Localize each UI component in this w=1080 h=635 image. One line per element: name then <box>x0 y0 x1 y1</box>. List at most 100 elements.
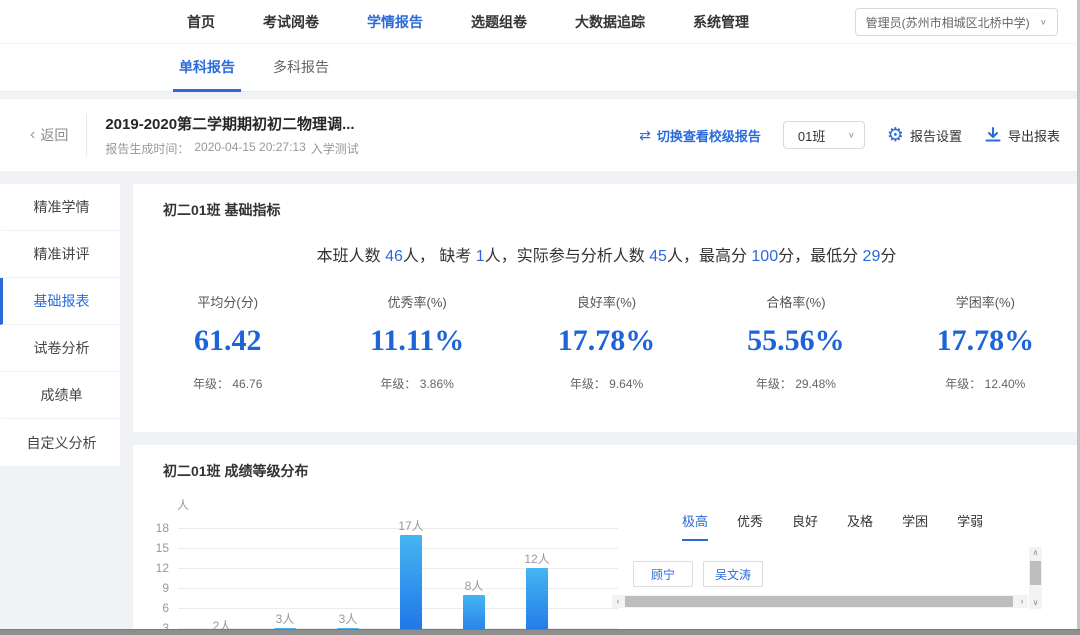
spacer <box>133 432 1080 445</box>
header-actions: ⇄ 切换查看校级报告 01班 ∨ ⚙ 报告设置 导出报表 <box>639 121 1060 149</box>
stat-label: 良好率(%) <box>512 292 701 311</box>
summary-text: 分，最低分 <box>778 248 862 265</box>
stat-value: 55.56% <box>701 324 890 358</box>
back-button[interactable]: ‹ 返回 <box>30 125 68 145</box>
horizontal-scrollbar[interactable]: ‹ › <box>612 595 1028 608</box>
vertical-scrollbar-thumb[interactable] <box>1030 561 1041 585</box>
stat-value: 11.11% <box>322 324 511 358</box>
horizontal-scrollbar-thumb[interactable] <box>625 596 1013 607</box>
sidebar: 精准学情 精准讲评 基础报表 试卷分析 成绩单 自定义分析 <box>0 184 120 466</box>
nav-item-system[interactable]: 系统管理 <box>693 12 749 32</box>
grade-tab-very-high[interactable]: 极高 <box>682 511 708 541</box>
summary-text: 人， 缺考 <box>403 248 476 265</box>
grade-tab-good[interactable]: 良好 <box>792 511 818 541</box>
student-button[interactable]: 顾宁 <box>633 561 693 587</box>
gear-icon: ⚙ <box>887 126 904 145</box>
stat-label: 合格率(%) <box>701 292 890 311</box>
chevron-down-icon: ∨ <box>848 131 855 140</box>
stat-struggling-rate: 学困率(%) 17.78% 年级： 12.40% <box>891 292 1080 392</box>
grade-tab-excellent[interactable]: 优秀 <box>737 511 763 541</box>
report-generated-time: 2020-04-15 20:27:13 <box>194 140 305 157</box>
class-select-value: 01班 <box>798 126 825 145</box>
sidebar-item-paper-analysis[interactable]: 试卷分析 <box>0 325 120 372</box>
stat-grade-line: 年级： 3.86% <box>322 375 511 392</box>
stat-value: 17.78% <box>891 324 1080 358</box>
stat-value: 17.78% <box>512 324 701 358</box>
stat-value: 61.42 <box>133 324 322 358</box>
student-name-list: 顾宁 吴文涛 <box>633 561 763 587</box>
nav-item-exam-marking[interactable]: 考试阅卷 <box>263 12 319 32</box>
spacer <box>0 92 1080 99</box>
user-account-dropdown[interactable]: 管理员(苏州市相城区北桥中学) ∨ <box>855 8 1058 36</box>
stat-grade-line: 年级： 29.48% <box>701 375 890 392</box>
grade-distribution-card: 初二01班 成绩等级分布 人 18 15 12 9 6 3 2人 3人 <box>133 445 1080 635</box>
tab-multi-subject-report[interactable]: 多科报告 <box>267 44 335 92</box>
report-title-block: 2019-2020第二学期期初初二物理调... 报告生成时间： 2020-04-… <box>105 113 358 157</box>
export-label: 导出报表 <box>1008 126 1060 145</box>
tab-label: 多科报告 <box>273 57 329 77</box>
export-report-button[interactable]: 导出报表 <box>984 126 1060 145</box>
stat-pass-rate: 合格率(%) 55.56% 年级： 29.48% <box>701 292 890 392</box>
bar-data-label: 8人 <box>452 577 496 594</box>
report-type-tabs: 单科报告 多科报告 <box>0 44 1080 92</box>
grade-level-tabs: 极高 优秀 良好 及格 学困 学弱 <box>682 511 983 541</box>
user-account-label: 管理员(苏州市相城区北桥中学) <box>866 14 1030 31</box>
meta-label: 报告生成时间： <box>105 140 189 157</box>
sidebar-item-precise-review[interactable]: 精准讲评 <box>0 231 120 278</box>
spacer <box>0 171 1080 184</box>
class-size-value: 46 <box>385 248 403 265</box>
nav-item-big-data[interactable]: 大数据追踪 <box>575 12 645 32</box>
student-button[interactable]: 吴文涛 <box>703 561 763 587</box>
class-select[interactable]: 01班 ∨ <box>783 121 865 149</box>
bar-data-label: 3人 <box>326 610 370 627</box>
stat-grade-line: 年级： 9.64% <box>512 375 701 392</box>
bar-group: 12人 <box>515 568 559 635</box>
nav-item-home[interactable]: 首页 <box>187 12 215 32</box>
bar-data-label: 12人 <box>515 550 559 567</box>
report-settings-button[interactable]: ⚙ 报告设置 <box>887 126 962 145</box>
tab-single-subject-report[interactable]: 单科报告 <box>173 44 241 92</box>
summary-text: 人，实际参与分析人数 <box>485 248 649 265</box>
grade-tab-pass[interactable]: 及格 <box>847 511 873 541</box>
grade-tab-struggling[interactable]: 学困 <box>902 511 928 541</box>
scroll-down-arrow-icon[interactable]: ∨ <box>1029 597 1042 609</box>
vertical-scrollbar[interactable]: ∧ ∨ <box>1029 547 1042 609</box>
report-header: ‹ 返回 2019-2020第二学期期初初二物理调... 报告生成时间： 202… <box>0 99 1080 171</box>
main-menu: 首页 考试阅卷 学情报告 选题组卷 大数据追踪 系统管理 <box>187 12 749 32</box>
max-score-value: 100 <box>751 248 778 265</box>
summary-text: 人，最高分 <box>667 248 751 265</box>
stat-good-rate: 良好率(%) 17.78% 年级： 9.64% <box>512 292 701 392</box>
sidebar-item-basic-report[interactable]: 基础报表 <box>0 278 120 325</box>
basic-indicators-card: 初二01班 基础指标 本班人数 46人， 缺考 1人，实际参与分析人数 45人，… <box>133 184 1080 432</box>
scroll-left-arrow-icon[interactable]: ‹ <box>612 595 624 608</box>
back-chevron-icon: ‹ <box>30 126 35 144</box>
scroll-up-arrow-icon[interactable]: ∧ <box>1029 547 1042 559</box>
stat-average-score: 平均分(分) 61.42 年级： 46.76 <box>133 292 322 392</box>
stat-label: 学困率(%) <box>891 292 1080 311</box>
settings-label: 报告设置 <box>910 126 962 145</box>
download-icon <box>984 126 1002 144</box>
stat-excellent-rate: 优秀率(%) 11.11% 年级： 3.86% <box>322 292 511 392</box>
divider <box>86 114 87 156</box>
bar-group: 17人 <box>389 535 433 635</box>
bar-data-label: 3人 <box>263 610 307 627</box>
sidebar-item-custom-analysis[interactable]: 自定义分析 <box>0 419 120 466</box>
bar <box>400 535 422 635</box>
nav-item-question-bank[interactable]: 选题组卷 <box>471 12 527 32</box>
min-score-value: 29 <box>863 248 881 265</box>
sidebar-item-score-sheet[interactable]: 成绩单 <box>0 372 120 419</box>
grade-tab-weak[interactable]: 学弱 <box>957 511 983 541</box>
class-summary-line: 本班人数 46人， 缺考 1人，实际参与分析人数 45人，最高分 100分，最低… <box>133 242 1080 266</box>
analyzed-count-value: 45 <box>649 248 667 265</box>
stat-grade-line: 年级： 46.76 <box>133 375 322 392</box>
stat-label: 优秀率(%) <box>322 292 511 311</box>
sidebar-item-precise-learning[interactable]: 精准学情 <box>0 184 120 231</box>
nav-item-learning-report[interactable]: 学情报告 <box>367 12 423 32</box>
top-nav: 首页 考试阅卷 学情报告 选题组卷 大数据追踪 系统管理 管理员(苏州市相城区北… <box>0 0 1080 44</box>
summary-text: 分 <box>880 248 896 265</box>
report-title: 2019-2020第二学期期初初二物理调... <box>105 113 358 134</box>
chevron-down-icon: ∨ <box>1040 18 1047 27</box>
switch-school-report-link[interactable]: ⇄ 切换查看校级报告 <box>639 126 761 145</box>
scroll-right-arrow-icon[interactable]: › <box>1016 595 1028 608</box>
switch-link-label: 切换查看校级报告 <box>657 126 761 145</box>
